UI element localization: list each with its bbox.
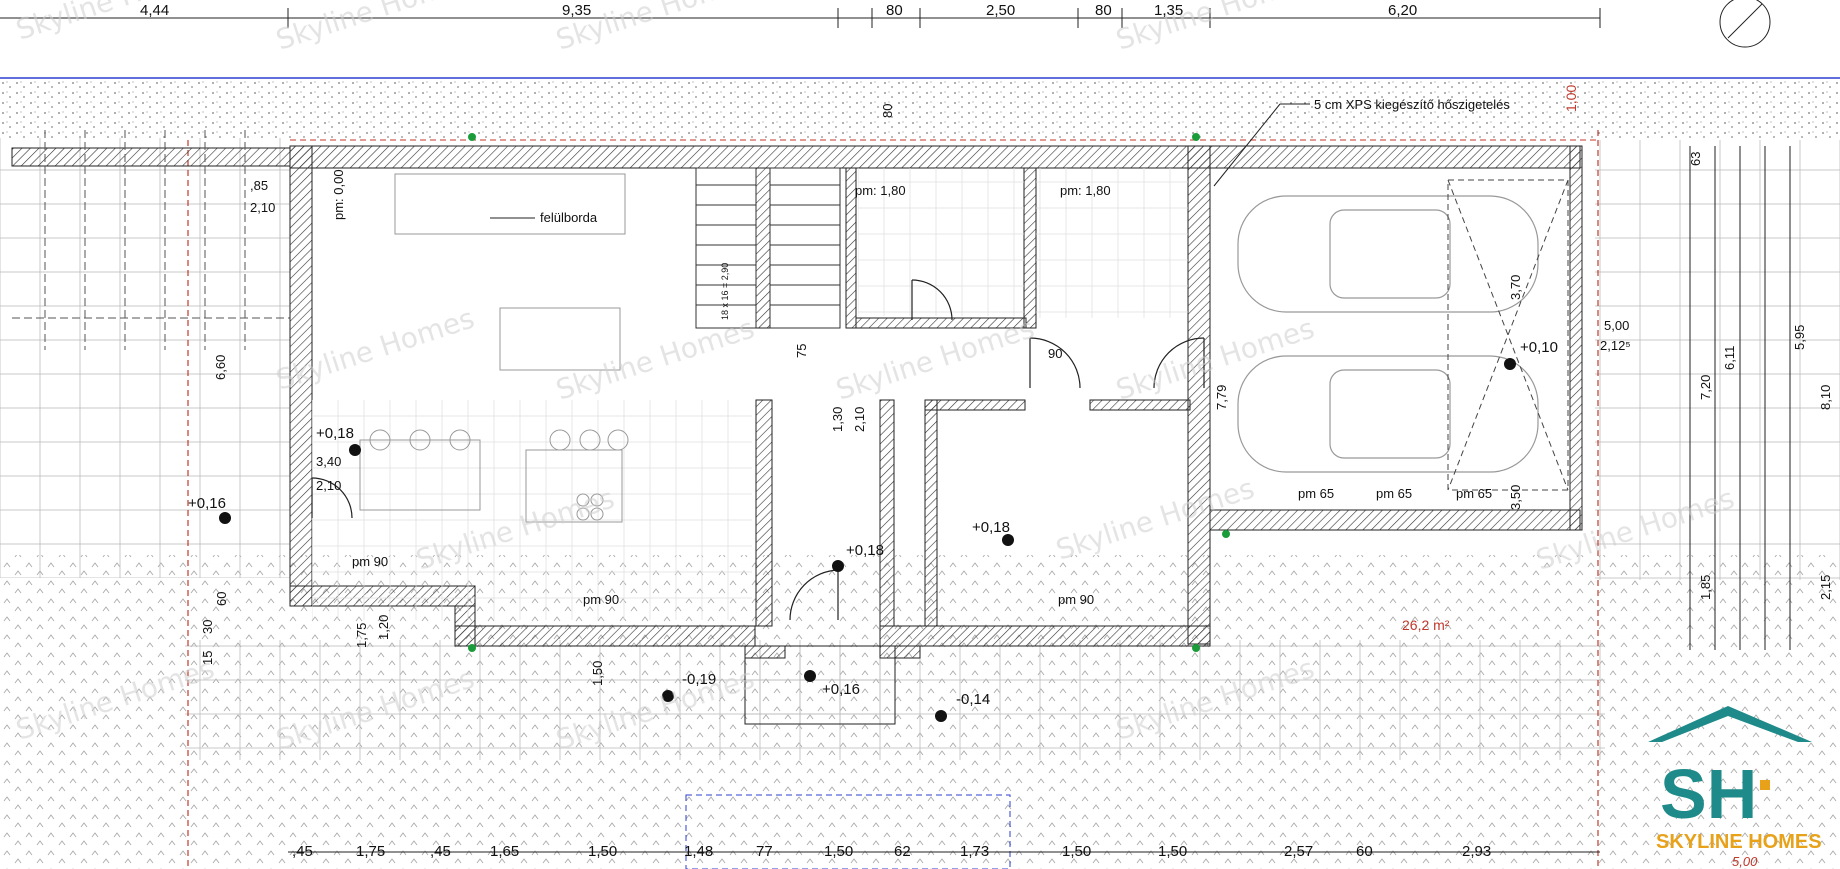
svg-text:pm: 1,80: pm: 1,80 bbox=[1060, 183, 1111, 198]
pergola-beam bbox=[11, 147, 291, 167]
svg-text:60: 60 bbox=[1356, 843, 1373, 860]
svg-text:pm 90: pm 90 bbox=[583, 592, 619, 607]
svg-text:1,50: 1,50 bbox=[1158, 843, 1187, 860]
svg-text:62: 62 bbox=[894, 843, 911, 860]
svg-text:1,50: 1,50 bbox=[588, 843, 617, 860]
svg-text:+0,10: +0,10 bbox=[1520, 339, 1558, 356]
svg-text:1,48: 1,48 bbox=[684, 843, 713, 860]
svg-text:Skyline Homes: Skyline Homes bbox=[1112, 0, 1318, 57]
svg-text:4,44: 4,44 bbox=[140, 2, 169, 19]
svg-text:1,75: 1,75 bbox=[354, 623, 369, 648]
room-area: 26,2 m² bbox=[1402, 617, 1450, 633]
svg-text:pm 65: pm 65 bbox=[1376, 486, 1412, 501]
felulborda-label: felülborda bbox=[540, 210, 598, 225]
svg-text:9,35: 9,35 bbox=[562, 2, 591, 19]
svg-text:1,20: 1,20 bbox=[376, 615, 391, 640]
svg-text:1,73: 1,73 bbox=[960, 843, 989, 860]
svg-text:,85: ,85 bbox=[250, 178, 268, 193]
svg-text:3,40: 3,40 bbox=[316, 454, 341, 469]
svg-text:2,10: 2,10 bbox=[852, 407, 867, 432]
svg-text:+0,18: +0,18 bbox=[972, 519, 1010, 536]
svg-text:-0,19: -0,19 bbox=[682, 671, 716, 688]
stair-note: 18 x 16 = 2,90 bbox=[720, 263, 730, 320]
insulation-note: 5 cm XPS kiegészítő hőszigetelés bbox=[1314, 97, 1510, 112]
svg-text:2,93: 2,93 bbox=[1462, 843, 1491, 860]
svg-text:pm: 1,80: pm: 1,80 bbox=[855, 183, 906, 198]
svg-text:75: 75 bbox=[794, 344, 809, 358]
garage-door-swing bbox=[1447, 179, 1569, 491]
svg-text:63: 63 bbox=[1688, 152, 1703, 166]
svg-text:+0,16: +0,16 bbox=[822, 681, 860, 698]
svg-text:7,79: 7,79 bbox=[1214, 385, 1229, 410]
svg-text:1,65: 1,65 bbox=[490, 843, 519, 860]
svg-text:2,12⁵: 2,12⁵ bbox=[1600, 338, 1631, 353]
svg-text:+0,18: +0,18 bbox=[316, 425, 354, 442]
svg-text:Skyline Homes: Skyline Homes bbox=[12, 0, 218, 47]
svg-text:pm 90: pm 90 bbox=[352, 554, 388, 569]
north-arrow-icon bbox=[1719, 0, 1771, 48]
floor-plan-stage: Skyline Homes Skyline Homes Skyline Home… bbox=[0, 0, 1840, 869]
svg-text:3,70: 3,70 bbox=[1508, 275, 1523, 300]
svg-text:Skyline Homes: Skyline Homes bbox=[552, 312, 758, 407]
svg-text:,45: ,45 bbox=[292, 843, 313, 860]
svg-text:80: 80 bbox=[886, 2, 903, 19]
svg-text:1,75: 1,75 bbox=[356, 843, 385, 860]
svg-text:1,50: 1,50 bbox=[590, 661, 605, 686]
svg-text:pm 65: pm 65 bbox=[1298, 486, 1334, 501]
svg-text:80: 80 bbox=[880, 104, 895, 118]
top-dimension-chain bbox=[0, 8, 1601, 28]
svg-text:2,57: 2,57 bbox=[1284, 843, 1313, 860]
svg-text:90: 90 bbox=[1048, 346, 1062, 361]
svg-text:1,50: 1,50 bbox=[824, 843, 853, 860]
svg-text:1,35: 1,35 bbox=[1154, 2, 1183, 19]
svg-text:5,00: 5,00 bbox=[1604, 318, 1629, 333]
svg-text:5,00: 5,00 bbox=[1732, 854, 1758, 869]
svg-text:2,10: 2,10 bbox=[250, 200, 275, 215]
svg-text:pm 90: pm 90 bbox=[1058, 592, 1094, 607]
floor-plan-drawing: Skyline Homes Skyline Homes Skyline Home… bbox=[0, 0, 1840, 869]
svg-text:15: 15 bbox=[200, 651, 215, 665]
svg-text:Skyline Homes: Skyline Homes bbox=[272, 0, 478, 57]
bath-tiles bbox=[1036, 168, 1188, 318]
svg-text:60: 60 bbox=[214, 592, 229, 606]
svg-text:1,00: 1,00 bbox=[1563, 85, 1579, 112]
svg-text:6,60: 6,60 bbox=[213, 355, 228, 380]
svg-text:1,50: 1,50 bbox=[1062, 843, 1091, 860]
svg-text:6,11: 6,11 bbox=[1722, 346, 1737, 370]
svg-text:7,20: 7,20 bbox=[1698, 375, 1713, 400]
svg-text:5,95: 5,95 bbox=[1792, 325, 1807, 350]
svg-text:pm: 0,00: pm: 0,00 bbox=[331, 169, 346, 220]
svg-text:1,30: 1,30 bbox=[830, 407, 845, 432]
svg-text:80: 80 bbox=[1095, 2, 1112, 19]
svg-text:1,85: 1,85 bbox=[1698, 575, 1713, 600]
svg-text:2,10: 2,10 bbox=[316, 478, 341, 493]
svg-text:SH: SH bbox=[1660, 755, 1757, 833]
svg-text:6,20: 6,20 bbox=[1388, 2, 1417, 19]
svg-text:77: 77 bbox=[756, 843, 773, 860]
svg-text:+0,18: +0,18 bbox=[846, 542, 884, 559]
svg-text:+0,16: +0,16 bbox=[188, 495, 226, 512]
svg-text:-0,14: -0,14 bbox=[956, 691, 990, 708]
svg-text:30: 30 bbox=[200, 620, 215, 634]
svg-text:8,10: 8,10 bbox=[1818, 385, 1833, 410]
svg-text:SKYLINE HOMES: SKYLINE HOMES bbox=[1656, 831, 1822, 853]
svg-text:2,15: 2,15 bbox=[1818, 575, 1833, 600]
svg-text:3,50: 3,50 bbox=[1508, 485, 1523, 510]
svg-text:2,50: 2,50 bbox=[986, 2, 1015, 19]
terrace-paving bbox=[0, 138, 290, 578]
svg-text:pm 65: pm 65 bbox=[1456, 486, 1492, 501]
svg-text:,45: ,45 bbox=[430, 843, 451, 860]
